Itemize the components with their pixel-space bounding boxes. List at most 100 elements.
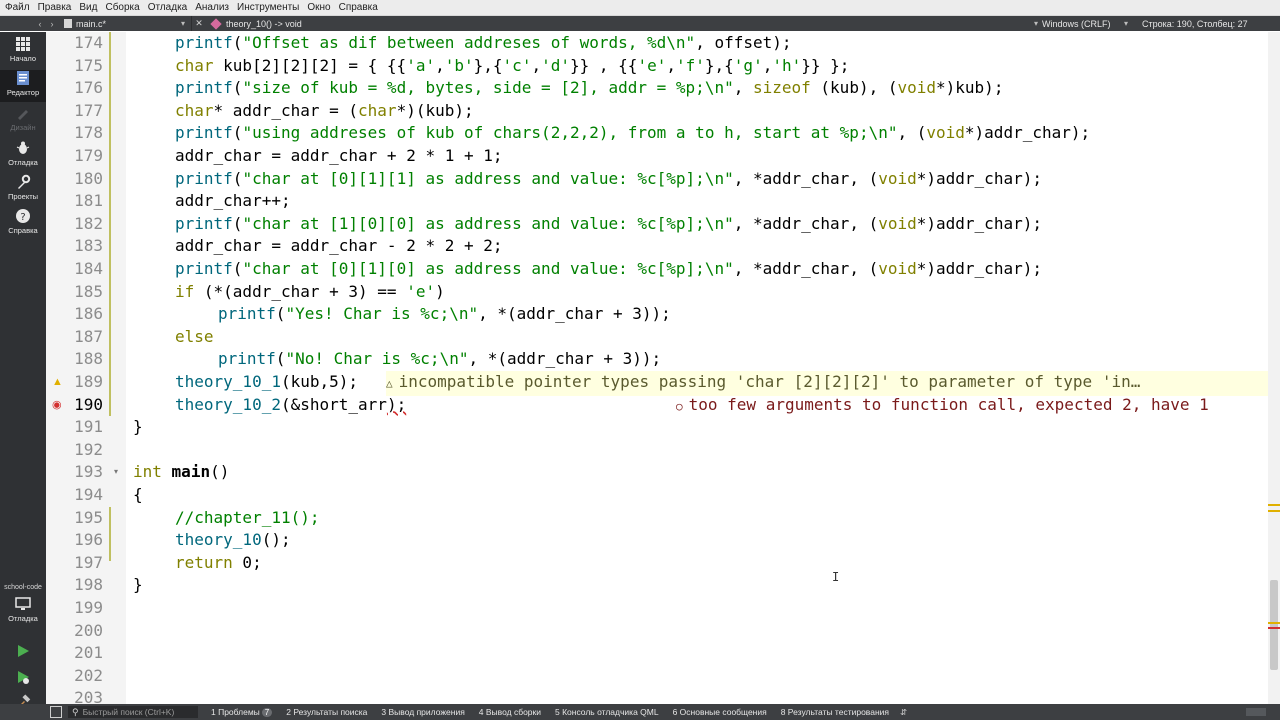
menu-view[interactable]: Вид	[75, 2, 101, 13]
mode-projects[interactable]: Проекты	[0, 174, 46, 206]
menu-edit[interactable]: Правка	[34, 2, 76, 13]
line-number: 192	[74, 439, 103, 459]
code-line-warning[interactable]: ▲ 189 theory_10_1(kub,5); △ incompatible …	[46, 371, 1280, 396]
code-line[interactable]: 176 printf("size of kub = %d, bytes, sid…	[46, 77, 1280, 100]
code-line[interactable]: 186 printf("Yes! Char is %c;\n", *(addr_…	[46, 303, 1280, 326]
code-line[interactable]: 191 }	[46, 416, 1280, 439]
code-line[interactable]: 197 return 0;	[46, 552, 1280, 575]
build-config-label: Отладка	[8, 614, 38, 623]
code-line[interactable]: 196 theory_10();	[46, 529, 1280, 552]
menu-build[interactable]: Сборка	[101, 2, 143, 13]
line-number: 184	[74, 259, 103, 278]
forward-icon[interactable]: ›	[46, 19, 58, 29]
scrollbar-thumb[interactable]	[1270, 580, 1278, 670]
code-line[interactable]: 177 char* addr_char = (char*)(kub);	[46, 100, 1280, 123]
pane-search-results[interactable]: 2 Результаты поиска	[279, 707, 374, 717]
mode-help[interactable]: ? Справка	[0, 208, 46, 240]
close-document-icon[interactable]: ✕	[192, 18, 206, 29]
pane-issues[interactable]: 1 Проблемы 7	[204, 707, 279, 717]
encoding-selector[interactable]: ▾ Windows (CRLF)	[1026, 19, 1114, 29]
mode-sidebar: Начало Редактор Дизайн Отладка Проекты ?…	[0, 32, 46, 709]
code-text: printf("No! Char is %c;\n", *(addr_char …	[218, 349, 662, 369]
mode-debug-label: Отладка	[8, 158, 38, 167]
mode-editor[interactable]: Редактор	[0, 70, 46, 102]
code-text: printf("char at [0][1][1] as address and…	[175, 168, 1042, 188]
menu-file[interactable]: Файл	[0, 2, 34, 13]
inline-error[interactable]: ○ too few arguments to function call, exp…	[676, 394, 1209, 419]
open-documents-selector[interactable]: main.c* ▾	[58, 16, 193, 31]
menu-tools[interactable]: Инструменты	[233, 2, 303, 13]
chevron-down-icon: ▾	[181, 19, 186, 28]
code-text: printf("char at [0][1][0] as address and…	[175, 259, 1042, 278]
code-line[interactable]: 182 printf("char at [1][0][0] as address…	[46, 213, 1280, 236]
chevron-updown-icon[interactable]: ⇵	[900, 707, 907, 718]
code-text: //chapter_11();	[175, 507, 320, 527]
pane-qml-console[interactable]: 5 Консоль отладчика QML	[548, 707, 666, 717]
mode-design-label: Дизайн	[10, 123, 36, 132]
code-line[interactable]: 194 {	[46, 484, 1280, 507]
code-line[interactable]: 175 char kub[2][2][2] = { {{'a','b'},{'c…	[46, 55, 1280, 78]
pencil-icon	[18, 110, 28, 120]
pane-test-results[interactable]: 8 Результаты тестирования	[774, 707, 896, 717]
menu-help[interactable]: Справка	[335, 2, 382, 13]
pane-compile-output[interactable]: 4 Вывод сборки	[472, 707, 548, 717]
pane-general-messages[interactable]: 6 Основные сообщения	[666, 707, 774, 717]
code-line[interactable]: 181 addr_char++;	[46, 190, 1280, 213]
mode-editor-label: Редактор	[6, 88, 40, 97]
code-line[interactable]: 198 }	[46, 574, 1280, 597]
menu-analyze[interactable]: Анализ	[191, 2, 233, 13]
locator-search-input[interactable]: ⚲ Быстрый поиск (Ctrl+K)	[68, 706, 198, 718]
line-number: 179	[74, 146, 103, 165]
code-line[interactable]: 201	[46, 642, 1280, 665]
line-number: 188	[74, 349, 103, 369]
code-line-error[interactable]: ◉ 190 theory_10_2(&short_arr); ○ too few …	[46, 394, 1280, 417]
code-text: theory_10();	[175, 530, 291, 550]
code-line[interactable]: 185 if (*(addr_char + 3) == 'e')	[46, 281, 1280, 304]
code-line[interactable]: 203	[46, 687, 1280, 704]
code-line[interactable]: 188 printf("No! Char is %c;\n", *(addr_c…	[46, 348, 1280, 371]
cursor-position[interactable]: Строка: 190, Столбец: 27	[1128, 19, 1248, 29]
code-line[interactable]: 179 addr_char = addr_char + 2 * 1 + 1;	[46, 145, 1280, 168]
code-text: return 0;	[175, 552, 262, 572]
back-icon[interactable]: ‹	[34, 19, 46, 29]
menu-window[interactable]: Окно	[303, 2, 334, 13]
line-number: 196	[74, 530, 103, 550]
code-line[interactable]: 202	[46, 665, 1280, 688]
line-number: 195	[74, 507, 103, 527]
mode-debug[interactable]: Отладка	[0, 140, 46, 172]
code-line[interactable]: 174 printf("Offset as dif between addres…	[46, 32, 1280, 55]
code-line[interactable]: 195 //chapter_11();	[46, 507, 1280, 530]
code-line[interactable]: 180 printf("char at [0][1][1] as address…	[46, 168, 1280, 191]
debug-run-icon[interactable]	[15, 669, 31, 685]
menu-bar: Файл Правка Вид Сборка Отладка Анализ Ин…	[0, 0, 1280, 16]
error-icon: ○	[676, 399, 683, 413]
build-target-selector[interactable]: Отладка	[0, 596, 46, 628]
pane-application-output[interactable]: 3 Вывод приложения	[374, 707, 471, 717]
code-line[interactable]: 193 ▾ int main()	[46, 461, 1280, 484]
code-line[interactable]: 192	[46, 439, 1280, 462]
code-line[interactable]: 184 printf("char at [0][1][0] as address…	[46, 258, 1280, 281]
code-line[interactable]: 200	[46, 620, 1280, 643]
monitor-icon	[15, 597, 31, 610]
code-line[interactable]: 187 else	[46, 326, 1280, 349]
code-line[interactable]: 183 addr_char = addr_char - 2 * 2 + 2;	[46, 235, 1280, 258]
line-number: 175	[74, 55, 103, 75]
toggle-sidebar-icon[interactable]	[50, 706, 62, 718]
mode-design[interactable]: Дизайн	[0, 105, 46, 137]
line-number: 199	[74, 598, 103, 617]
menu-debug[interactable]: Отладка	[144, 2, 192, 13]
bug-icon	[16, 141, 30, 154]
vertical-scrollbar[interactable]	[1268, 32, 1280, 704]
warning-marker	[1268, 510, 1280, 512]
code-line[interactable]: 178 printf("using addreses of kub of cha…	[46, 122, 1280, 145]
mode-start[interactable]: Начало	[0, 36, 46, 68]
line-number: 198	[74, 575, 103, 595]
code-line[interactable]: 199	[46, 597, 1280, 620]
line-number: 193	[74, 462, 103, 482]
code-editor[interactable]: 174 printf("Offset as dif between addres…	[46, 32, 1280, 704]
output-pane-bar: ⚲ Быстрый поиск (Ctrl+K) 1 Проблемы 7 2 Р…	[0, 704, 1280, 720]
symbol-selector[interactable]: theory_10() -> void	[206, 17, 1026, 30]
run-icon[interactable]	[15, 643, 31, 659]
inline-warning[interactable]: △ incompatible pointer types passing 'cha…	[386, 371, 1268, 396]
fold-arrow-icon[interactable]: ▾	[114, 461, 118, 484]
